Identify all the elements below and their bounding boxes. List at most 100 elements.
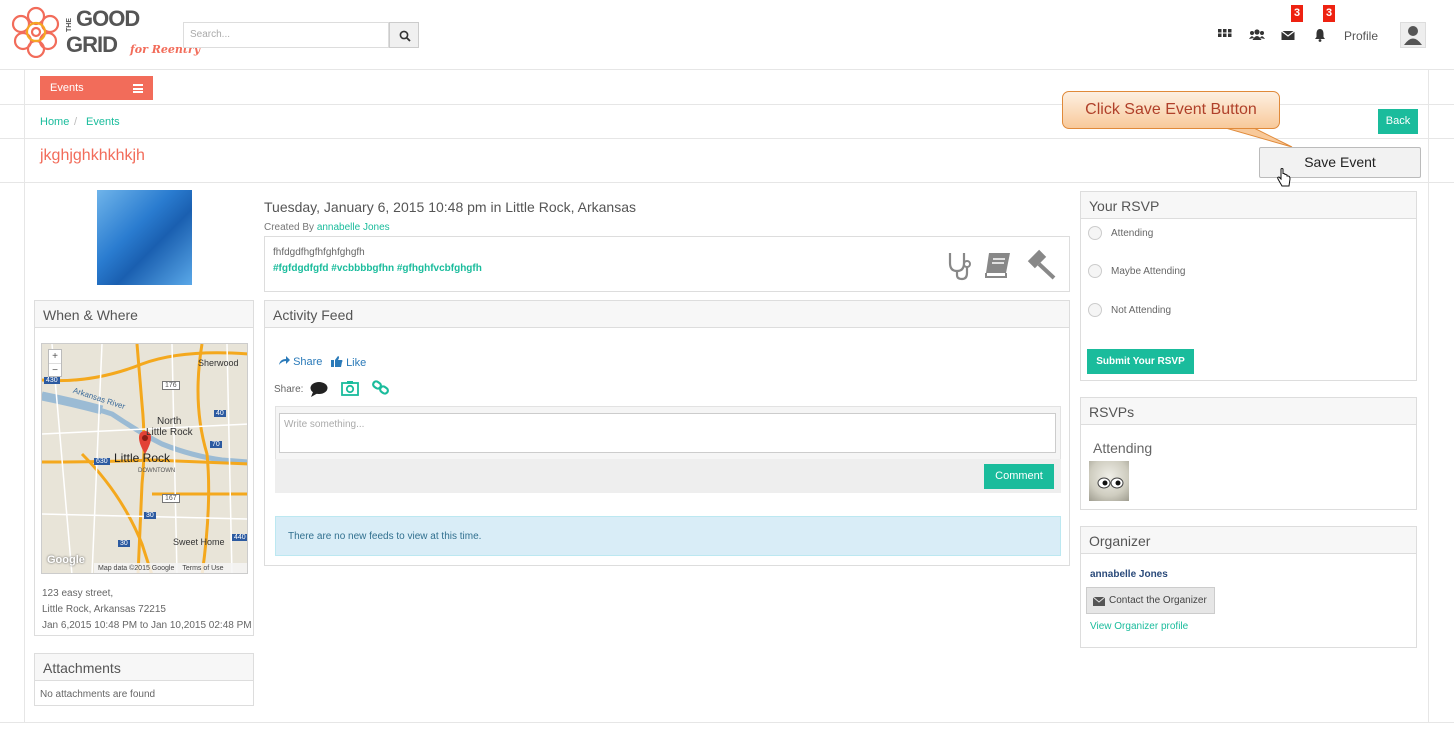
created-by: Created By annabelle Jones — [264, 222, 390, 233]
event-date-range: Jan 6,2015 10:48 PM to Jan 10,2015 02:48… — [42, 620, 252, 631]
map-label: DOWNTOWN — [138, 468, 176, 474]
attendee-face-icon — [1097, 477, 1124, 489]
created-by-label: Created By — [264, 222, 315, 233]
rsvp-option-label[interactable]: Maybe Attending — [1111, 266, 1186, 277]
rsvp-radio-not-attending[interactable] — [1088, 303, 1102, 317]
top-navbar: THE GOOD GRID for Reentry Search... 3 3 … — [0, 0, 1454, 70]
attendee-avatar[interactable] — [1089, 461, 1129, 501]
map-shield: 440 — [232, 534, 247, 541]
map-attribution: Map data ©2015 Google Terms of Use — [94, 563, 247, 573]
frame-border-left — [24, 70, 25, 722]
callout-pointer — [1222, 127, 1293, 148]
rsvps-attending-label: Attending — [1093, 440, 1153, 456]
map-label-google: Google — [47, 554, 85, 566]
location-map[interactable]: + − 430 176 40 70 630 167 30 30 440 Arka… — [41, 343, 248, 574]
event-image — [97, 190, 192, 285]
attachments-empty-text: No attachments are found — [40, 689, 156, 700]
rsvp-option-label[interactable]: Attending — [1111, 228, 1153, 239]
address-line-1: 123 easy street, — [42, 588, 114, 599]
events-menu-label: Events — [50, 82, 84, 94]
address-line-2: Little Rock, Arkansas 72215 — [42, 604, 166, 615]
instruction-callout: Click Save Event Button — [1062, 91, 1280, 129]
gavel-icon — [1027, 249, 1056, 280]
map-zoom-out-button[interactable]: − — [49, 363, 61, 377]
breadcrumb-home[interactable]: Home — [40, 116, 69, 128]
page-title: jkghjghkhkhkjh — [40, 147, 145, 164]
like-label: Like — [346, 357, 367, 369]
like-action[interactable]: Like — [331, 356, 366, 369]
your-rsvp-heading: Your RSVP — [1081, 192, 1416, 219]
creator-link[interactable]: annabelle Jones — [317, 222, 390, 233]
events-menu-button[interactable]: Events — [40, 76, 153, 100]
map-shield: 176 — [162, 381, 180, 390]
map-shield: 630 — [94, 458, 110, 465]
map-shield: 30 — [118, 540, 130, 547]
breadcrumb-events[interactable]: Events — [86, 116, 120, 128]
divider — [0, 722, 1454, 723]
map-shield: 430 — [44, 377, 60, 384]
rsvp-radio-attending[interactable] — [1088, 226, 1102, 240]
rsvp-radio-maybe[interactable] — [1088, 264, 1102, 278]
map-label: Little Rock — [146, 427, 193, 438]
post-textarea[interactable]: Write something... — [279, 413, 1056, 453]
submit-rsvp-button[interactable]: Submit Your RSVP — [1087, 349, 1194, 374]
no-feeds-alert: There are no new feeds to view at this t… — [275, 516, 1061, 556]
messages-badge: 3 — [1291, 5, 1303, 22]
contact-organizer-button[interactable]: Contact the Organizer — [1086, 587, 1215, 614]
users-group-icon[interactable] — [1249, 28, 1265, 42]
map-shield: 30 — [144, 512, 156, 519]
map-label: North — [157, 416, 182, 427]
comment-button[interactable]: Comment — [984, 464, 1054, 489]
map-zoom-controls: + − — [48, 349, 62, 377]
search-input[interactable]: Search... — [183, 22, 389, 48]
comment-bubble-icon[interactable] — [310, 381, 328, 397]
contact-organizer-label: Contact the Organizer — [1109, 595, 1207, 606]
profile-link[interactable]: Profile — [1344, 29, 1378, 43]
map-shield: 167 — [162, 494, 180, 503]
rsvps-heading: RSVPs — [1081, 398, 1416, 425]
thumbs-up-icon — [331, 356, 343, 367]
logo-flower-icon[interactable] — [10, 6, 62, 58]
stethoscope-icon — [948, 253, 971, 281]
organizer-heading: Organizer — [1081, 527, 1416, 554]
attachments-heading: Attachments — [35, 654, 253, 681]
composer-toolbar — [275, 459, 1061, 493]
activity-feed-heading: Activity Feed — [265, 301, 1069, 328]
photo-icon[interactable] — [341, 380, 359, 396]
notifications-badge: 3 — [1323, 5, 1335, 22]
when-where-heading: When & Where — [35, 301, 253, 328]
attachments-panel: Attachments No attachments are found — [34, 653, 254, 706]
envelope-icon[interactable] — [1281, 28, 1295, 42]
map-shield: 70 — [210, 441, 222, 448]
user-silhouette-icon — [1404, 26, 1422, 45]
map-credit: Map data ©2015 Google — [98, 565, 175, 572]
organizer-name[interactable]: annabelle Jones — [1090, 569, 1168, 580]
book-icon — [985, 253, 1010, 278]
hand-cursor-icon — [1277, 168, 1291, 187]
view-organizer-profile-link[interactable]: View Organizer profile — [1090, 621, 1188, 632]
bell-icon[interactable] — [1313, 28, 1327, 42]
logo-the: THE — [66, 18, 73, 32]
event-hashtags[interactable]: #fgfdgdfgfd #vcbbbbgfhn #gfhghfvcbfghgfh — [273, 263, 482, 274]
link-icon[interactable] — [372, 380, 390, 396]
share-type-label: Share: — [274, 384, 304, 395]
user-avatar[interactable] — [1400, 22, 1426, 48]
logo-good: GOOD — [76, 6, 140, 31]
frame-border-right — [1428, 70, 1429, 722]
search-button[interactable] — [389, 22, 419, 48]
logo-grid: GRID — [66, 32, 118, 57]
share-action[interactable]: Share — [278, 356, 322, 368]
envelope-icon — [1093, 597, 1105, 606]
map-zoom-in-button[interactable]: + — [49, 350, 61, 363]
map-label: Little Rock — [114, 451, 171, 465]
divider — [0, 182, 1454, 183]
apps-grid-icon[interactable] — [1218, 28, 1232, 42]
share-label: Share — [293, 356, 323, 368]
rsvp-option-label[interactable]: Not Attending — [1111, 305, 1171, 316]
map-terms-link[interactable]: Terms of Use — [182, 565, 223, 572]
event-date-location: Tuesday, January 6, 2015 10:48 pm in Lit… — [264, 199, 636, 215]
map-shield: 40 — [214, 410, 226, 417]
back-button[interactable]: Back — [1378, 109, 1418, 134]
hamburger-icon — [133, 84, 143, 93]
breadcrumb-separator: / — [74, 116, 78, 128]
